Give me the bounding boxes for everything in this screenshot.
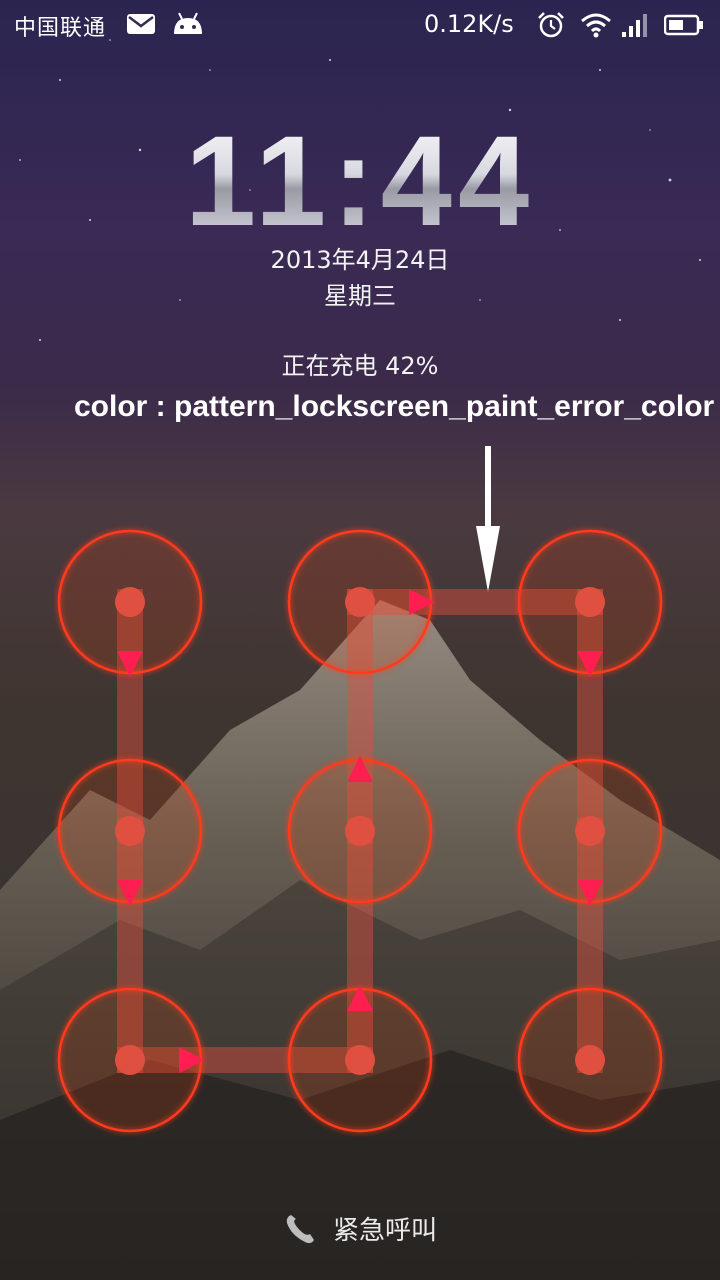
pattern-node-dot [575,587,605,617]
pattern-node-dot [115,587,145,617]
pattern-node-9[interactable] [517,987,663,1133]
pattern-node-dot [115,1045,145,1075]
status-bar: 中国联通 0.12K/s [0,0,720,52]
lockscreen-weekday: 星期三 [324,282,396,310]
pattern-node-dot [115,816,145,846]
android-icon [174,12,202,34]
lockscreen-clock: 11:44 [0,108,720,255]
emergency-call-button[interactable]: 紧急呼叫 [0,1210,720,1247]
carrier-name: 中国联通 [14,16,107,41]
signal-icon [622,14,647,37]
pattern-node-dot [345,587,375,617]
pattern-lock-grid[interactable] [0,520,720,1160]
phone-icon [286,1214,314,1243]
pattern-node-dot [575,816,605,846]
pattern-node-dot [575,1045,605,1075]
mail-icon [127,14,155,34]
color-annotation-label: color : pattern_lockscreen_paint_error_c… [74,390,715,423]
charging-status: 正在充电 42% [281,352,439,380]
emergency-call-label: 紧急呼叫 [332,1216,437,1246]
battery-icon [664,14,703,36]
network-speed: 0.12K/s [424,10,514,38]
wifi-icon [581,13,611,38]
pattern-node-dot [345,1045,375,1075]
pattern-node-dot [345,816,375,846]
alarm-icon [538,12,564,38]
lockscreen-date: 2013年4月24日 [270,246,450,274]
